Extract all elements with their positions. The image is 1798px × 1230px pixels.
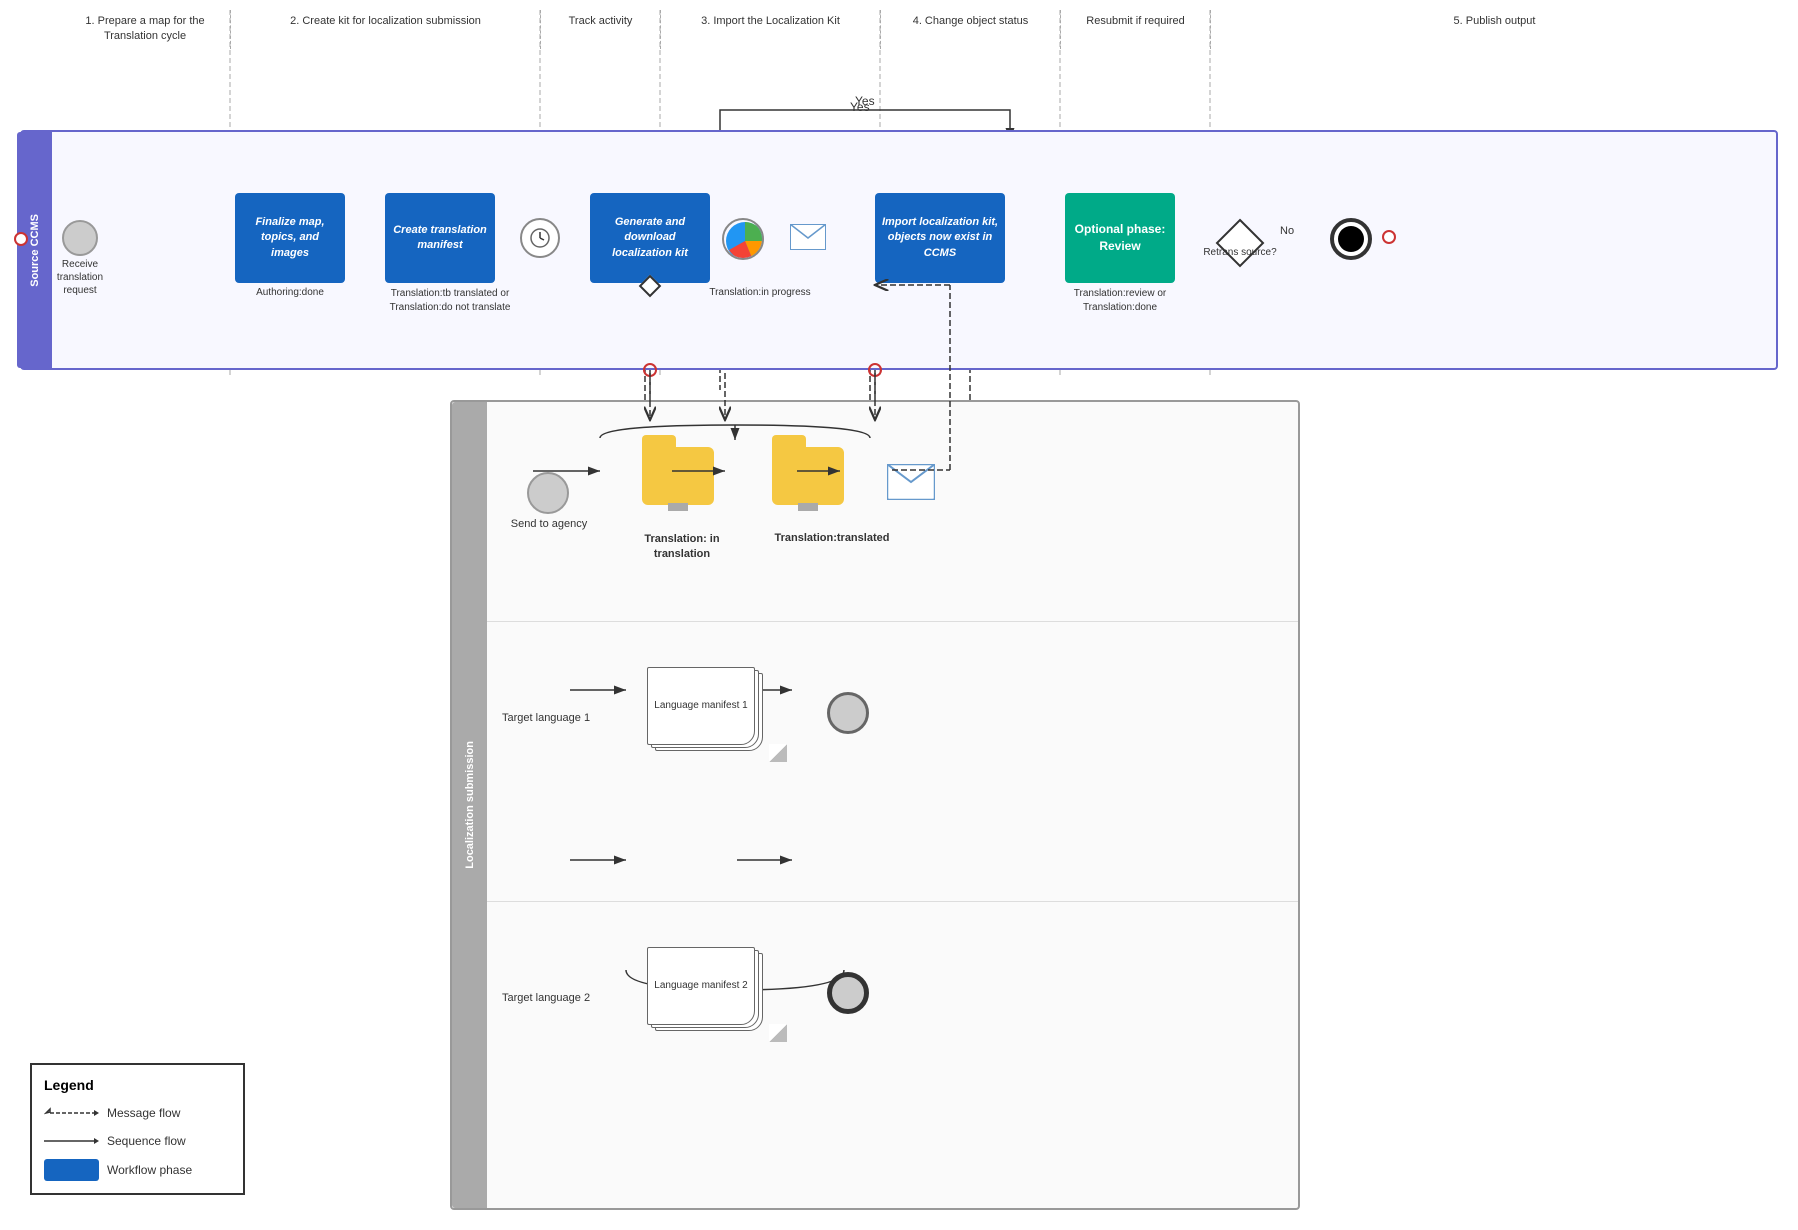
- finalize-map-node[interactable]: Finalize map, topics, and images: [235, 193, 345, 283]
- bracket-label: [627, 424, 1098, 444]
- legend-workflow-phase-label: Workflow phase: [107, 1163, 192, 1177]
- lang-manifest-2-label: Language manifest 2: [654, 979, 747, 993]
- folder-2: [772, 447, 844, 511]
- folder-1: [642, 447, 714, 511]
- authoring-done-label: Authoring:done: [240, 287, 340, 298]
- no-label: No: [1280, 225, 1294, 237]
- loc-top-section: Send to agency: [487, 402, 1298, 622]
- diagram-container: Yes: [0, 0, 1798, 1230]
- envelope-loc: [887, 464, 935, 500]
- create-manifest-label: Create translation manifest: [391, 223, 489, 254]
- phase-header-3: Track activity: [540, 10, 660, 49]
- legend-title: Legend: [44, 1077, 231, 1093]
- yes-arrow-label: Yes: [850, 100, 870, 114]
- phase-headers: 1. Prepare a map for the Translation cyc…: [60, 10, 1778, 49]
- start-red-circle: [14, 232, 28, 246]
- envelope-in-swimlane: [790, 224, 826, 250]
- end-circle-outer: [1330, 218, 1372, 260]
- optional-review-node[interactable]: Optional phase: Review: [1065, 193, 1175, 283]
- send-agency-circle: [527, 472, 569, 514]
- phase-header-5: 4. Change object status: [880, 10, 1060, 49]
- target-lang-2-label: Target language 2: [502, 992, 590, 1004]
- in-progress-label: Translation:in progress: [700, 287, 820, 298]
- legend-box: Legend Message flow Sequence flow: [30, 1063, 245, 1195]
- send-agency-label: Send to agency: [509, 517, 589, 532]
- import-kit-label: Import localization kit, objects now exi…: [881, 215, 999, 261]
- phase-header-6: Resubmit if required: [1060, 10, 1210, 49]
- loc-middle-section: Target language 1 Language manifest 1: [487, 622, 1298, 902]
- end-red-circle: [1382, 230, 1396, 244]
- loc-submission-box: Localization submission Send to agency: [450, 400, 1300, 1210]
- phase-header-7: 5. Publish output: [1210, 10, 1778, 49]
- review-done-label: Translation:review or Translation:done: [1060, 287, 1180, 315]
- start-circle: [62, 220, 98, 256]
- lang1-end-circle: [827, 692, 869, 734]
- optional-review-label: Optional phase: Review: [1071, 221, 1169, 255]
- legend-sequence-flow-row: Sequence flow: [44, 1131, 231, 1151]
- legend-sequence-flow-label: Sequence flow: [107, 1134, 186, 1148]
- pie-chart-icon: [722, 218, 764, 260]
- finalize-map-label: Finalize map, topics, and images: [241, 215, 339, 261]
- phase-header-2: 2. Create kit for localization submissio…: [230, 10, 540, 49]
- target-lang-1-label: Target language 1: [502, 712, 590, 724]
- loc-bottom-section: Target language 2 Language manifest 2: [487, 902, 1298, 1182]
- lang-manifest-1: Language manifest 1: [647, 667, 787, 762]
- retrans-diamond: Retrans source?: [1215, 218, 1265, 268]
- legend-workflow-swatch: [44, 1159, 99, 1181]
- retrans-label: Retrans source?: [1195, 246, 1285, 259]
- lang-manifest-2: Language manifest 2: [647, 947, 787, 1042]
- tb-translated-label: Translation:tb translated or Translation…: [380, 287, 520, 315]
- generate-kit-label: Generate and download localization kit: [596, 215, 704, 261]
- clock-icon-1: [520, 218, 560, 258]
- loc-inner: Send to agency: [487, 402, 1298, 1208]
- import-kit-node[interactable]: Import localization kit, objects now exi…: [875, 193, 1005, 283]
- legend-message-flow-label: Message flow: [107, 1106, 180, 1120]
- legend-workflow-phase-row: Workflow phase: [44, 1159, 231, 1181]
- swim-lane-label: Source CCMS: [29, 214, 41, 287]
- receive-request-label: Receive translation request: [50, 258, 110, 297]
- end-circle-inner: [1338, 226, 1364, 252]
- create-manifest-node[interactable]: Create translation manifest: [385, 193, 495, 283]
- lang-manifest-1-label: Language manifest 1: [654, 699, 747, 713]
- loc-submission-label: Localization submission: [464, 741, 476, 869]
- phase-header-1: 1. Prepare a map for the Translation cyc…: [60, 10, 230, 49]
- generate-kit-node[interactable]: Generate and download localization kit: [590, 193, 710, 283]
- phase-header-4: 3. Import the Localization Kit: [660, 10, 880, 49]
- translated-label: Translation:translated: [767, 532, 897, 544]
- lang2-end-circle: [827, 972, 869, 1014]
- in-translation-label: Translation: in translation: [617, 532, 747, 563]
- legend-message-flow-row: Message flow: [44, 1103, 231, 1123]
